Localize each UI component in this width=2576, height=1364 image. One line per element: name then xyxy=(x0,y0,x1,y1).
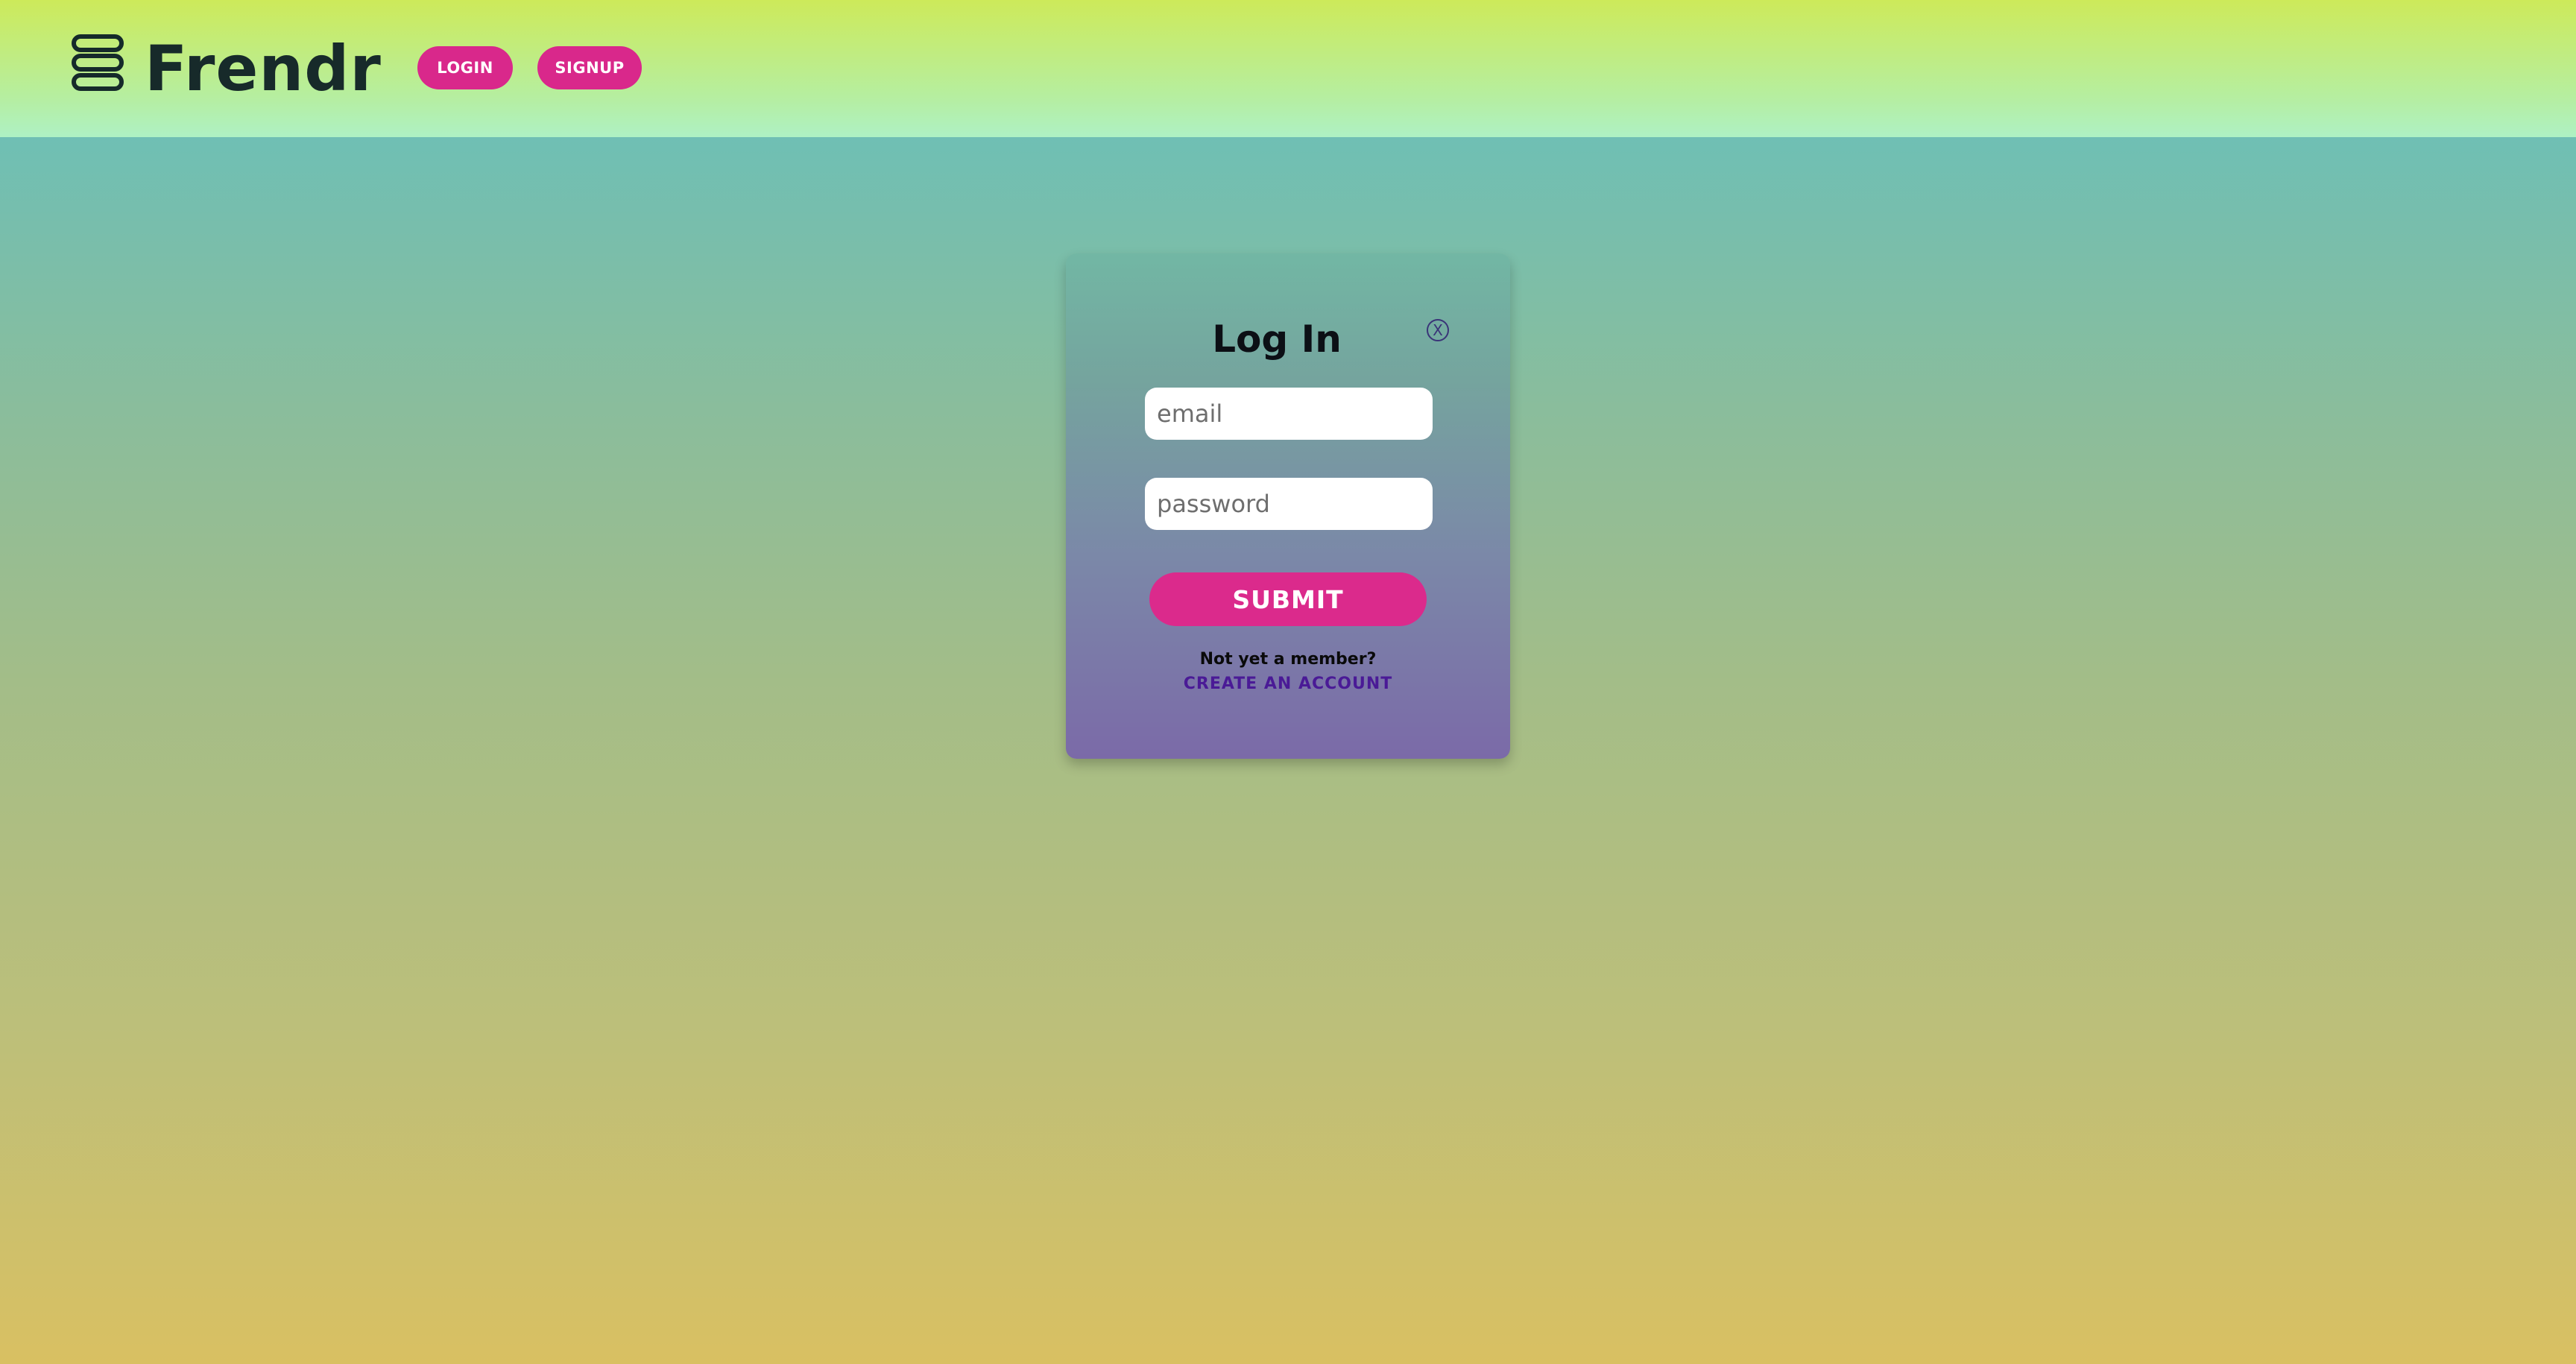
password-field[interactable] xyxy=(1145,478,1433,530)
login-modal: Log In X SUBMIT Not yet a member? CREATE… xyxy=(1066,253,1510,759)
member-prompt-text: Not yet a member? xyxy=(1199,650,1377,669)
create-account-link[interactable]: CREATE AN ACCOUNT xyxy=(1066,675,1510,693)
submit-button[interactable]: SUBMIT xyxy=(1149,572,1427,626)
menu-bar-middle xyxy=(72,54,124,72)
top-navigation-bar: Frendr LOGIN SIGNUP xyxy=(0,0,2576,137)
signup-nav-button[interactable]: SIGNUP xyxy=(537,46,642,89)
hamburger-menu-icon[interactable] xyxy=(72,34,124,91)
email-field[interactable] xyxy=(1145,388,1433,440)
login-nav-button[interactable]: LOGIN xyxy=(417,46,513,89)
menu-bar-top xyxy=(72,34,124,52)
close-modal-button[interactable]: X xyxy=(1427,319,1449,341)
close-icon: X xyxy=(1433,321,1443,339)
menu-bar-bottom xyxy=(72,73,124,91)
brand-logo-text[interactable]: Frendr xyxy=(145,30,382,107)
